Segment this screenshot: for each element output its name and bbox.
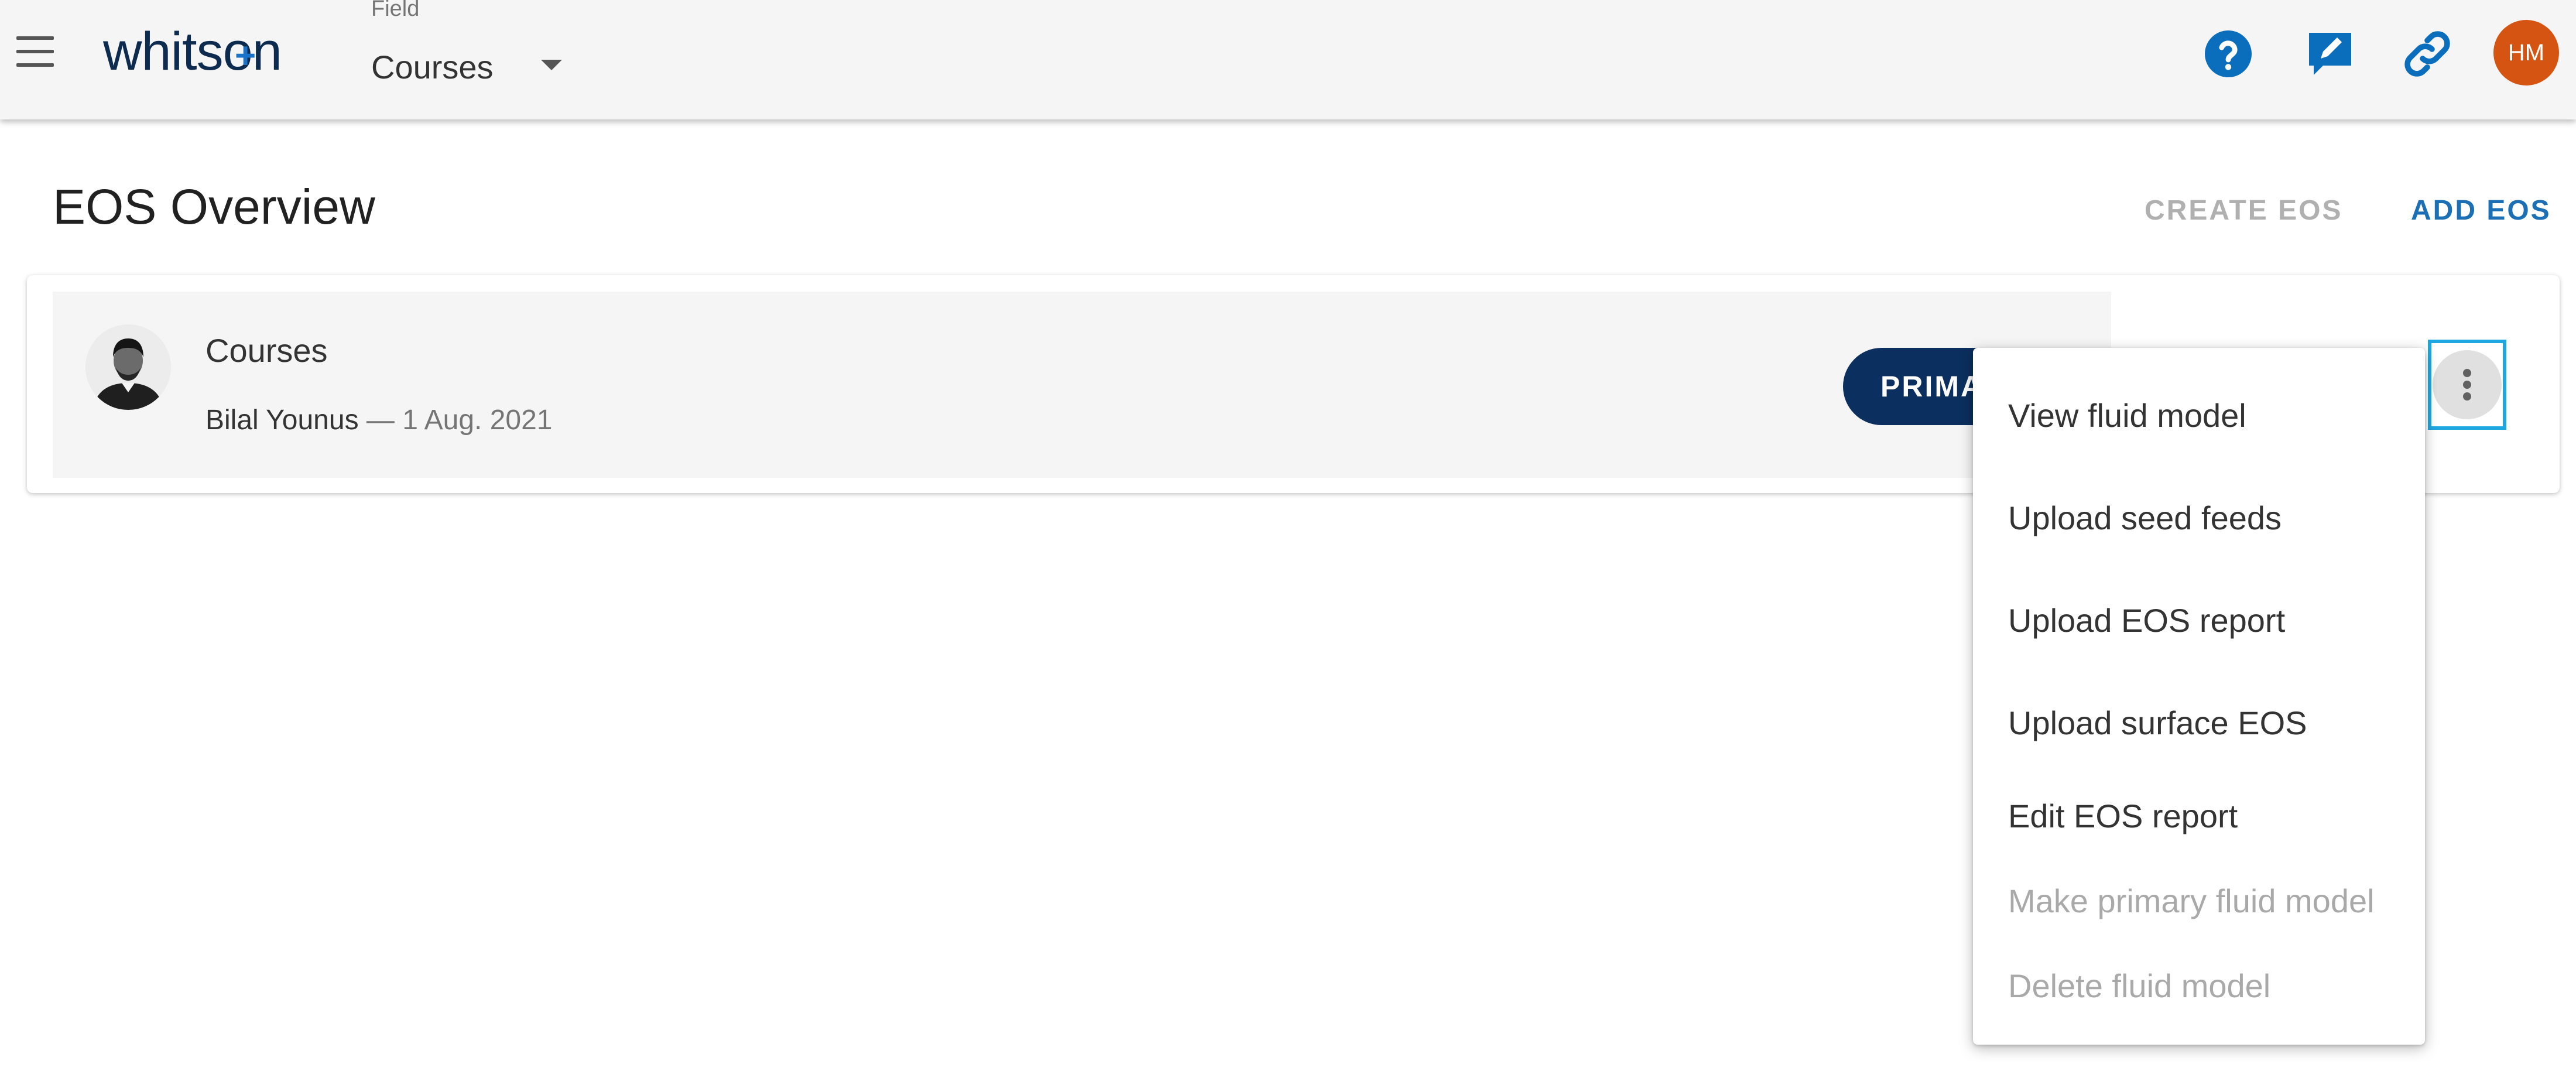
more-vert-icon[interactable] <box>2428 340 2506 430</box>
create-eos-button[interactable]: CREATE EOS <box>2145 194 2342 227</box>
page-title: EOS Overview <box>53 179 375 234</box>
field-selector[interactable]: Field Courses <box>371 0 582 117</box>
eos-author: Bilal Younus <box>205 405 359 436</box>
eos-context-menu: View fluid model Upload seed feeds Uploa… <box>1973 348 2425 1045</box>
eos-list-item[interactable] <box>53 292 2111 478</box>
field-label: Field <box>371 0 420 21</box>
chevron-down-icon <box>541 60 562 70</box>
menu-item-view-fluid-model[interactable]: View fluid model <box>1973 381 2425 451</box>
menu-item-edit-eos-report[interactable]: Edit EOS report <box>1973 781 2425 851</box>
edit-note-icon[interactable] <box>2302 26 2358 82</box>
eos-title: Courses <box>205 332 328 369</box>
logo-plus: + <box>235 36 256 76</box>
eos-meta: Bilal Younus — 1 Aug. 2021 <box>205 404 553 436</box>
menu-item-upload-surface-eos[interactable]: Upload surface EOS <box>1973 688 2425 758</box>
help-icon[interactable] <box>2200 26 2256 82</box>
link-icon[interactable] <box>2399 26 2455 82</box>
whitson-logo[interactable]: whitson + <box>103 21 282 83</box>
menu-item-make-primary-fluid-model: Make primary fluid model <box>2008 882 2375 919</box>
menu-icon[interactable] <box>12 28 59 75</box>
menu-item-upload-eos-report[interactable]: Upload EOS report <box>1973 586 2425 656</box>
menu-item-delete-fluid-model: Delete fluid model <box>2008 967 2271 1004</box>
author-avatar <box>85 324 171 410</box>
eos-date: 1 Aug. 2021 <box>402 405 553 436</box>
eos-separator: — <box>366 405 395 436</box>
menu-item-upload-seed-feeds[interactable]: Upload seed feeds <box>1973 483 2425 553</box>
top-app-bar: whitson + Field Courses HM <box>0 0 2576 119</box>
field-value: Courses <box>371 49 494 85</box>
add-eos-button[interactable]: ADD EOS <box>2411 194 2551 227</box>
user-avatar[interactable]: HM <box>2493 20 2559 85</box>
